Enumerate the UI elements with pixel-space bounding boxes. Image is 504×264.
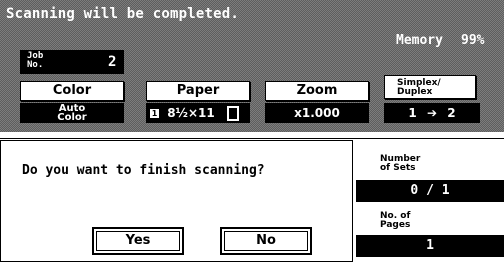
simplex-to: 2 bbox=[447, 106, 456, 120]
yes-button[interactable]: Yes bbox=[92, 227, 184, 255]
sets-label-line2: of Sets bbox=[380, 163, 416, 173]
zoom-value: x1.000 bbox=[265, 103, 369, 123]
paper-button[interactable]: Paper bbox=[146, 81, 250, 101]
paper-size: 8½×11 bbox=[167, 106, 215, 120]
dialog-question: Do you want to finish scanning? bbox=[22, 163, 265, 178]
status-message: Scanning will be completed. bbox=[6, 6, 239, 22]
job-number-box: Job No. 2 bbox=[20, 50, 124, 74]
portrait-page-icon bbox=[226, 106, 239, 121]
simplex-duplex-value: 1 ➔ 2 bbox=[384, 103, 480, 123]
zoom-button[interactable]: Zoom bbox=[265, 81, 369, 101]
memory-label: Memory bbox=[396, 33, 443, 48]
no-button[interactable]: No bbox=[220, 227, 312, 255]
simplex-from: 1 bbox=[408, 106, 417, 120]
job-label: Job No. bbox=[27, 52, 55, 70]
number-of-sets-value: 0 / 1 bbox=[356, 180, 504, 202]
simplex-label-line2: Duplex bbox=[397, 87, 433, 97]
job-number: 2 bbox=[108, 54, 117, 70]
simplex-duplex-button[interactable]: Simplex/ Duplex bbox=[384, 75, 476, 99]
job-label-line2: No. bbox=[27, 60, 44, 70]
color-value: Auto Color bbox=[20, 103, 124, 123]
copier-screen: Scanning will be completed. Memory 99% J… bbox=[0, 0, 504, 264]
header-panel: Scanning will be completed. Memory 99% J… bbox=[0, 0, 504, 132]
tray-badge: 1 bbox=[150, 109, 159, 118]
number-of-pages-value: 1 bbox=[356, 235, 504, 257]
pages-label-line2: Pages bbox=[380, 220, 411, 230]
memory-value: 99% bbox=[461, 33, 485, 48]
arrow-right-icon: ➔ bbox=[426, 106, 438, 120]
number-of-sets-label: Number of Sets bbox=[380, 155, 420, 173]
color-value-line2: Color bbox=[57, 112, 87, 123]
paper-value: 1 8½×11 bbox=[146, 103, 250, 123]
color-button[interactable]: Color bbox=[20, 81, 124, 101]
number-of-pages-label: No. of Pages bbox=[380, 212, 410, 230]
